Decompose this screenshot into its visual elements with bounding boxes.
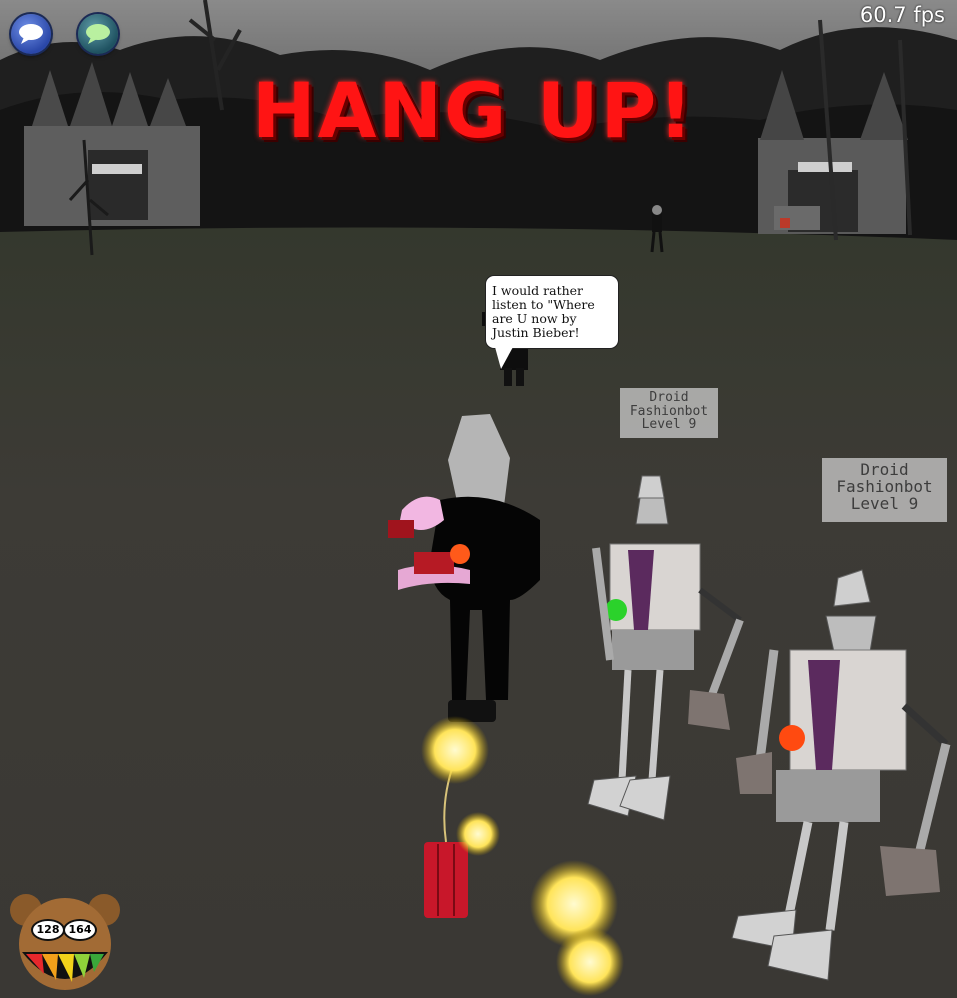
cog-name: Droid [649,390,689,405]
whisper-chat-button[interactable] [78,14,118,54]
cog-type: Fashionbot [629,403,709,419]
gag-banner: HANG UP! [252,66,695,155]
laff-meter[interactable] [6,888,124,992]
speech-bubble: I would rather listen to "Where are U no… [485,275,619,349]
cog-nametag-2[interactable]: Droid Fashionbot Level 9 [822,458,947,522]
speech-bubble-tail [495,347,513,369]
cog-level: Level 9 [641,417,697,433]
speedchat-button[interactable] [11,14,51,54]
green-speech-bubble-icon [86,24,110,44]
laff-current: 128 [31,919,65,941]
fps-counter: 60.7 fps [859,3,945,27]
speech-bubble-icon [19,24,43,44]
cog-level: Level 9 [850,493,919,513]
cog-nametag-1[interactable]: Droid Fashionbot Level 9 [620,388,718,438]
laff-max: 164 [63,919,97,941]
